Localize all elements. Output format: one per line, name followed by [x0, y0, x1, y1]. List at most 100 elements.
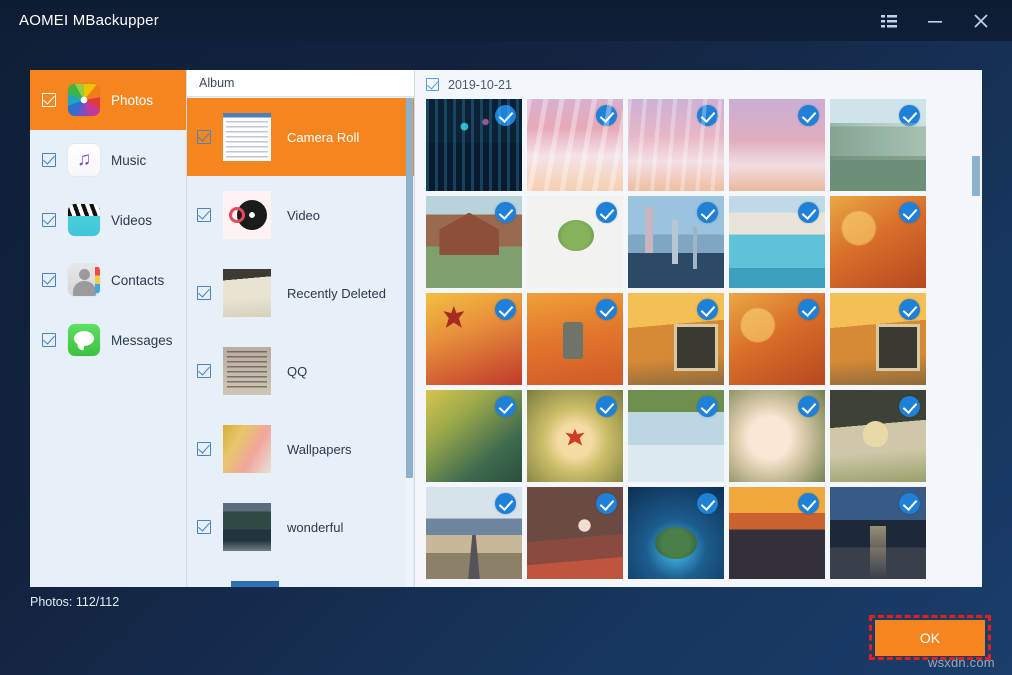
photo-selected-check-icon[interactable] — [596, 493, 617, 514]
date-group-header[interactable]: 2019-10-21 — [415, 70, 982, 99]
sidebar-item-videos[interactable]: Videos — [30, 190, 186, 250]
photo-thumbnail[interactable] — [527, 487, 623, 579]
photo-selected-check-icon[interactable] — [899, 202, 920, 223]
photo-thumbnail[interactable] — [628, 99, 724, 191]
photo-selected-check-icon[interactable] — [495, 105, 516, 126]
photo-selected-check-icon[interactable] — [798, 299, 819, 320]
album-item-qq[interactable]: QQ — [187, 332, 414, 410]
photo-thumbnail[interactable] — [628, 487, 724, 579]
sidebar-item-label: Messages — [111, 333, 173, 348]
photo-thumbnail[interactable] — [426, 99, 522, 191]
photo-selected-check-icon[interactable] — [899, 493, 920, 514]
date-group-checkbox[interactable] — [426, 78, 439, 91]
close-icon[interactable] — [968, 8, 994, 34]
album-checkbox[interactable] — [197, 364, 211, 378]
photo-thumbnail[interactable] — [830, 293, 926, 385]
watermark: wsxdn.com — [928, 655, 995, 670]
photo-thumbnail[interactable] — [729, 196, 825, 288]
photo-thumbnail[interactable] — [628, 390, 724, 482]
album-checkbox[interactable] — [197, 130, 211, 144]
album-checkbox[interactable] — [197, 520, 211, 534]
photo-grid-scrollbar[interactable] — [972, 99, 980, 585]
album-item-partial[interactable] — [187, 566, 414, 587]
photo-thumbnail[interactable] — [830, 390, 926, 482]
content-panel: Photos ♫ Music Videos Contacts — [30, 70, 982, 587]
album-scrollbar-thumb[interactable] — [406, 98, 413, 478]
photo-selected-check-icon[interactable] — [697, 493, 718, 514]
photo-thumbnail[interactable] — [628, 196, 724, 288]
sidebar-item-photos[interactable]: Photos — [30, 70, 186, 130]
photo-selected-check-icon[interactable] — [495, 396, 516, 417]
photo-selected-check-icon[interactable] — [697, 396, 718, 417]
ok-button[interactable]: OK — [875, 620, 985, 656]
album-item-recently-deleted[interactable]: Recently Deleted — [187, 254, 414, 332]
photo-thumbnail[interactable] — [527, 99, 623, 191]
messages-icon — [68, 324, 100, 356]
photo-selected-check-icon[interactable] — [798, 202, 819, 223]
album-column: Album Camera Roll Video — [187, 70, 415, 587]
music-checkbox[interactable] — [42, 153, 56, 167]
photo-thumbnail[interactable] — [729, 390, 825, 482]
videos-checkbox[interactable] — [42, 213, 56, 227]
title-bar: AOMEI MBackupper — [0, 0, 1012, 41]
photo-thumbnail[interactable] — [830, 99, 926, 191]
date-group-label: 2019-10-21 — [448, 78, 512, 92]
photo-selected-check-icon[interactable] — [495, 299, 516, 320]
photo-thumbnail[interactable] — [729, 99, 825, 191]
photo-thumbnail[interactable] — [426, 390, 522, 482]
album-item-label: Recently Deleted — [287, 286, 386, 301]
album-checkbox[interactable] — [197, 442, 211, 456]
minimize-icon[interactable] — [922, 8, 948, 34]
photo-grid-scrollbar-thumb[interactable] — [972, 156, 980, 196]
menu-list-icon[interactable] — [876, 8, 902, 34]
album-thumbnail-icon — [223, 269, 271, 317]
album-item-label: wonderful — [287, 520, 343, 535]
sidebar-item-messages[interactable]: Messages — [30, 310, 186, 370]
album-item-wonderful[interactable]: wonderful — [187, 488, 414, 566]
album-item-label: Video — [287, 208, 320, 223]
photo-thumbnail[interactable] — [729, 293, 825, 385]
album-item-camera-roll[interactable]: Camera Roll — [187, 98, 414, 176]
sidebar-item-contacts[interactable]: Contacts — [30, 250, 186, 310]
music-icon: ♫ — [68, 144, 100, 176]
photo-thumbnail[interactable] — [527, 293, 623, 385]
photo-grid — [426, 99, 968, 579]
ok-button-area: OK — [869, 615, 991, 660]
messages-checkbox[interactable] — [42, 333, 56, 347]
photo-thumbnail[interactable] — [426, 293, 522, 385]
photo-selected-check-icon[interactable] — [495, 493, 516, 514]
photo-thumbnail[interactable] — [426, 196, 522, 288]
photo-selected-check-icon[interactable] — [596, 202, 617, 223]
album-item-video[interactable]: Video — [187, 176, 414, 254]
sidebar-item-music[interactable]: ♫ Music — [30, 130, 186, 190]
photo-selected-check-icon[interactable] — [596, 396, 617, 417]
photo-thumbnail[interactable] — [729, 487, 825, 579]
photo-selected-check-icon[interactable] — [899, 396, 920, 417]
photo-thumbnail[interactable] — [426, 487, 522, 579]
photo-selected-check-icon[interactable] — [495, 202, 516, 223]
photo-thumbnail[interactable] — [527, 196, 623, 288]
photo-selected-check-icon[interactable] — [899, 299, 920, 320]
photos-icon — [68, 84, 100, 116]
contacts-checkbox[interactable] — [42, 273, 56, 287]
photo-selected-check-icon[interactable] — [697, 202, 718, 223]
album-checkbox[interactable] — [197, 208, 211, 222]
photo-selected-check-icon[interactable] — [798, 396, 819, 417]
photo-selected-check-icon[interactable] — [596, 299, 617, 320]
photo-thumbnail[interactable] — [527, 390, 623, 482]
photo-thumbnail[interactable] — [628, 293, 724, 385]
photo-selected-check-icon[interactable] — [697, 299, 718, 320]
photo-selected-check-icon[interactable] — [697, 105, 718, 126]
photo-thumbnail[interactable] — [830, 487, 926, 579]
photo-selected-check-icon[interactable] — [596, 105, 617, 126]
album-checkbox[interactable] — [197, 286, 211, 300]
album-item-wallpapers[interactable]: Wallpapers — [187, 410, 414, 488]
photo-selected-check-icon[interactable] — [798, 493, 819, 514]
photos-checkbox[interactable] — [42, 93, 56, 107]
photo-thumbnail[interactable] — [830, 196, 926, 288]
photo-selected-check-icon[interactable] — [899, 105, 920, 126]
album-scrollbar[interactable] — [406, 98, 413, 587]
album-item-label: Wallpapers — [287, 442, 352, 457]
photo-selected-check-icon[interactable] — [798, 105, 819, 126]
photo-grid-pane: 2019-10-21 — [415, 70, 982, 587]
